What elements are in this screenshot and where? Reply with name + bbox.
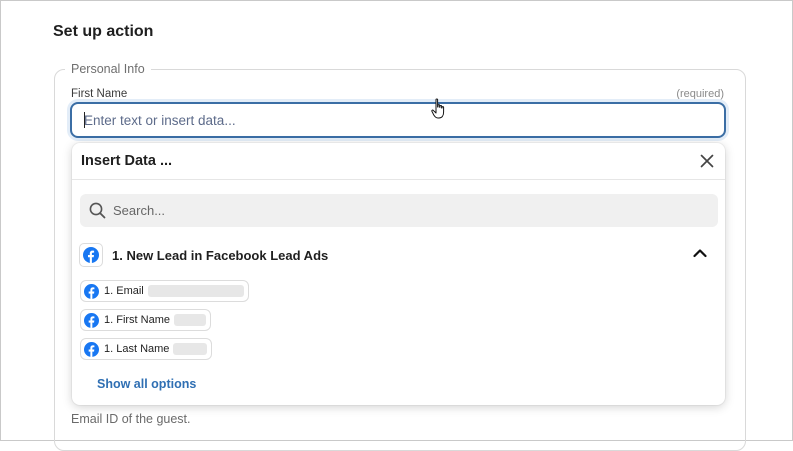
text-caret (84, 112, 85, 128)
facebook-icon (84, 283, 99, 299)
helper-text: Email ID of the guest. (71, 412, 191, 426)
data-item-label: 1. First Name (104, 314, 171, 326)
hand-cursor-icon (431, 98, 445, 119)
facebook-lead-ads-group[interactable]: 1. New Lead in Facebook Lead Ads (79, 242, 719, 268)
show-all-options-link[interactable]: Show all options (97, 377, 196, 391)
chevron-up-icon[interactable] (693, 248, 707, 258)
first-name-label: First Name (71, 88, 128, 100)
search-box (80, 194, 718, 227)
dropdown-divider (72, 179, 725, 180)
facebook-icon (84, 341, 99, 357)
insert-data-dropdown: Insert Data ... 1. New Lead in Facebook … (72, 143, 725, 405)
data-item-label: 1. Last Name (104, 343, 170, 355)
data-item-first-name[interactable]: 1. First Name (80, 309, 212, 331)
redacted-value (147, 285, 244, 297)
close-icon (700, 154, 714, 168)
data-item-label: 1. Email (104, 285, 144, 297)
search-icon (89, 202, 106, 219)
first-name-input[interactable] (70, 102, 726, 138)
facebook-app-badge (79, 243, 103, 267)
redacted-value (174, 314, 207, 326)
facebook-icon (83, 247, 99, 263)
page-title: Set up action (53, 23, 154, 40)
close-button[interactable] (697, 151, 717, 171)
redacted-value (173, 343, 208, 355)
data-item-email[interactable]: 1. Email (80, 280, 249, 302)
section-legend: Personal Info (65, 62, 151, 76)
data-item-last-name[interactable]: 1. Last Name (80, 338, 213, 360)
required-indicator: (required) (676, 88, 724, 100)
facebook-icon (84, 312, 99, 328)
window-frame: Set up action Personal Info First Name (… (0, 0, 793, 451)
dropdown-title: Insert Data ... (81, 153, 173, 169)
search-input[interactable] (113, 194, 703, 227)
group-title: 1. New Lead in Facebook Lead Ads (112, 247, 329, 263)
